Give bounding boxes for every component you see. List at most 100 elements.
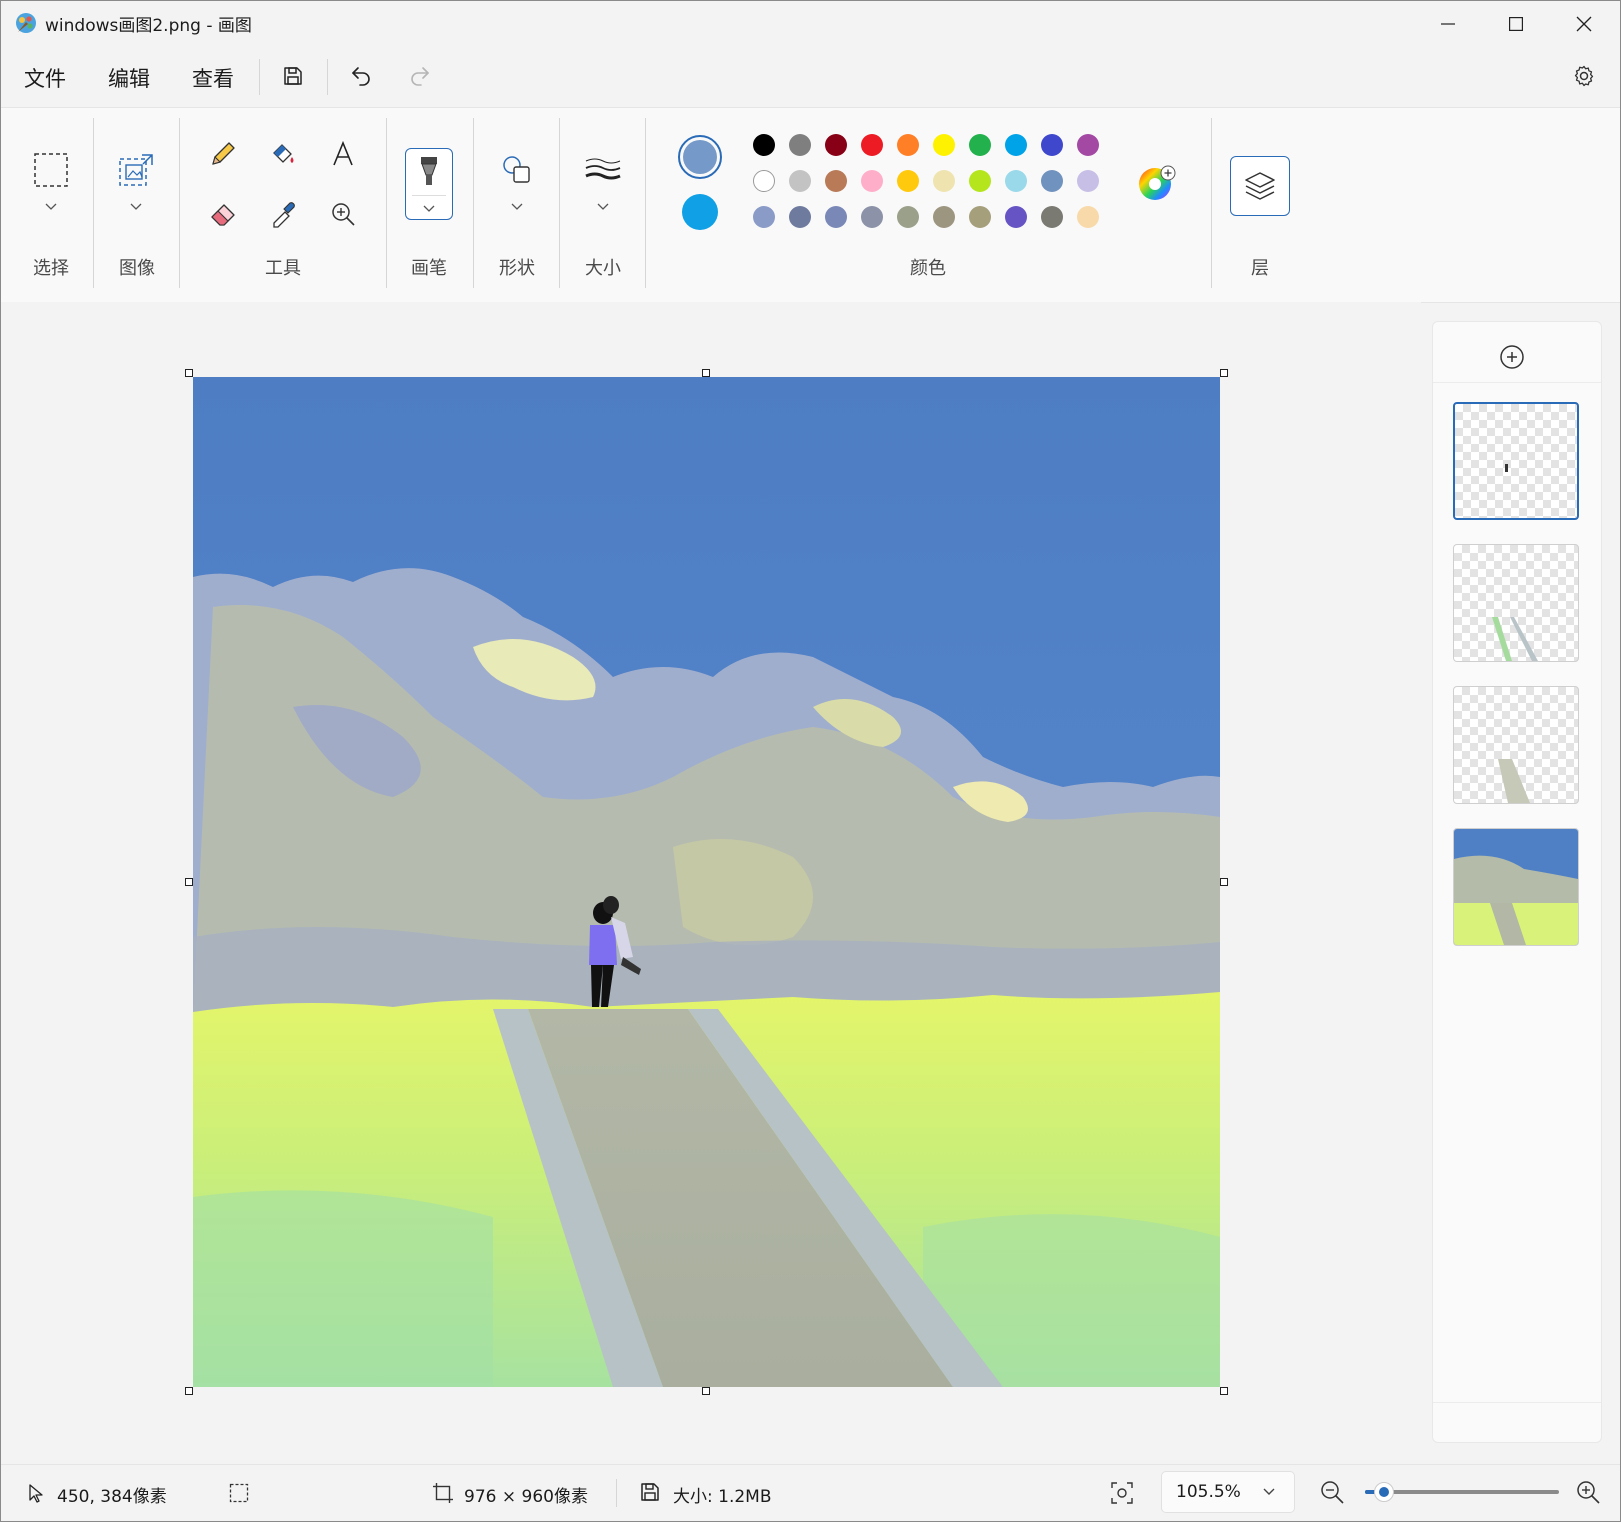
status-bar: 450, 384像素 976 × 960像素 大小: 1.2MB 105.5% xyxy=(1,1464,1620,1521)
text-tool[interactable] xyxy=(323,134,363,174)
cursor-position: 450, 384像素 xyxy=(57,1487,167,1507)
resize-handle-right[interactable] xyxy=(1220,878,1228,886)
chevron-down-icon[interactable] xyxy=(422,204,436,214)
color-picker-tool[interactable] xyxy=(263,194,303,234)
zoom-out-icon xyxy=(1321,1481,1344,1504)
close-button[interactable] xyxy=(1551,1,1617,47)
resize-handle-top-right[interactable] xyxy=(1220,369,1228,377)
secondary-color[interactable] xyxy=(682,194,718,230)
color-swatch[interactable] xyxy=(1041,134,1063,156)
primary-color[interactable] xyxy=(678,135,722,179)
maximize-button[interactable] xyxy=(1483,1,1549,47)
add-layer-button[interactable] xyxy=(1497,342,1527,372)
menu-divider xyxy=(327,59,328,95)
zoom-dropdown[interactable]: 105.5% xyxy=(1161,1471,1295,1513)
color-swatch[interactable] xyxy=(1041,170,1063,192)
undo-icon xyxy=(352,67,370,86)
color-swatch[interactable] xyxy=(969,206,991,228)
color-swatch[interactable] xyxy=(753,134,775,156)
layer-3-preview xyxy=(1498,759,1530,803)
paint-window: windows画图2.png - 画图 文件 编辑 查看 选择 图像 工具 画笔… xyxy=(0,0,1621,1522)
color-swatch[interactable] xyxy=(933,170,955,192)
color-swatch[interactable] xyxy=(897,206,919,228)
color-swatch[interactable] xyxy=(1077,134,1099,156)
eraser-tool[interactable] xyxy=(203,194,243,234)
zoom-slider-thumb[interactable] xyxy=(1374,1482,1395,1502)
gear-icon xyxy=(1574,65,1594,87)
chevron-down-icon[interactable] xyxy=(129,202,143,212)
chevron-down-icon[interactable] xyxy=(44,202,58,212)
image-button[interactable] xyxy=(117,150,157,190)
color-swatch[interactable] xyxy=(825,134,847,156)
resize-handle-top-left[interactable] xyxy=(185,369,193,377)
magnifier-tool[interactable] xyxy=(323,194,363,234)
color-swatch[interactable] xyxy=(789,206,811,228)
color-swatch[interactable] xyxy=(1077,170,1099,192)
chevron-down-icon[interactable] xyxy=(596,202,610,212)
save-button[interactable] xyxy=(276,59,310,93)
color-swatch[interactable] xyxy=(1005,170,1027,192)
pencil-tool[interactable] xyxy=(203,134,243,174)
color-swatch[interactable] xyxy=(825,206,847,228)
color-swatch[interactable] xyxy=(1005,206,1027,228)
select-rectangle-icon xyxy=(34,153,68,187)
eraser-icon xyxy=(211,204,235,226)
color-swatch[interactable] xyxy=(933,206,955,228)
color-swatch[interactable] xyxy=(861,206,883,228)
color-swatch[interactable] xyxy=(861,134,883,156)
image-group-label: 图像 xyxy=(119,258,155,279)
layer-thumbnail-2[interactable] xyxy=(1453,544,1579,662)
color-swatch[interactable] xyxy=(825,170,847,192)
layers-button[interactable] xyxy=(1230,156,1290,216)
color-swatch[interactable] xyxy=(1077,206,1099,228)
color-swatch[interactable] xyxy=(789,170,811,192)
menu-view[interactable]: 查看 xyxy=(192,63,234,93)
brush-group-label: 画笔 xyxy=(411,258,447,279)
color-swatch[interactable] xyxy=(969,170,991,192)
color-swatch[interactable] xyxy=(789,134,811,156)
settings-button[interactable] xyxy=(1567,59,1601,93)
menu-divider xyxy=(259,59,260,95)
color-swatch[interactable] xyxy=(969,134,991,156)
ribbon-toolbar: 选择 图像 工具 画笔 形状 大小 颜色 层 xyxy=(1,107,1620,303)
paint-app-icon xyxy=(15,12,37,34)
size-button[interactable] xyxy=(583,150,623,190)
color-swatch[interactable] xyxy=(933,134,955,156)
color-swatch[interactable] xyxy=(753,206,775,228)
color-swatch[interactable] xyxy=(897,170,919,192)
redo-button[interactable] xyxy=(403,59,437,93)
layer-2-preview xyxy=(1492,617,1538,661)
menu-bar: 文件 编辑 查看 xyxy=(1,47,1620,107)
layer-thumbnail-3[interactable] xyxy=(1453,686,1579,804)
layer-thumbnail-1[interactable] xyxy=(1453,402,1579,520)
chevron-down-icon[interactable] xyxy=(510,202,524,212)
brush-button[interactable] xyxy=(405,148,453,220)
color-swatch[interactable] xyxy=(1005,134,1027,156)
menu-file[interactable]: 文件 xyxy=(24,63,66,93)
resize-handle-left[interactable] xyxy=(185,878,193,886)
resize-handle-bottom-left[interactable] xyxy=(185,1387,193,1395)
color-swatch[interactable] xyxy=(897,134,919,156)
fill-tool[interactable] xyxy=(263,134,303,174)
color-swatch[interactable] xyxy=(753,170,775,192)
menu-edit[interactable]: 编辑 xyxy=(108,63,150,93)
color-swatch[interactable] xyxy=(861,170,883,192)
drawing-canvas[interactable] xyxy=(193,377,1220,1387)
resize-handle-bottom-right[interactable] xyxy=(1220,1387,1228,1395)
fit-to-window-button[interactable] xyxy=(1109,1480,1135,1506)
zoom-in-button[interactable] xyxy=(1575,1479,1603,1507)
resize-handle-bottom[interactable] xyxy=(702,1387,710,1395)
ribbon-divider xyxy=(179,118,180,288)
edit-colors-button[interactable] xyxy=(1137,164,1176,200)
color-swatch[interactable] xyxy=(1041,206,1063,228)
zoom-level: 105.5% xyxy=(1176,1482,1241,1502)
shapes-button[interactable] xyxy=(497,150,537,190)
ribbon-divider xyxy=(559,118,560,288)
layer-thumbnail-4[interactable] xyxy=(1453,828,1579,946)
minimize-button[interactable] xyxy=(1415,1,1481,47)
zoom-slider[interactable] xyxy=(1365,1482,1559,1502)
undo-button[interactable] xyxy=(344,59,378,93)
zoom-out-button[interactable] xyxy=(1319,1479,1347,1507)
resize-handle-top[interactable] xyxy=(702,369,710,377)
select-button[interactable] xyxy=(31,150,71,190)
